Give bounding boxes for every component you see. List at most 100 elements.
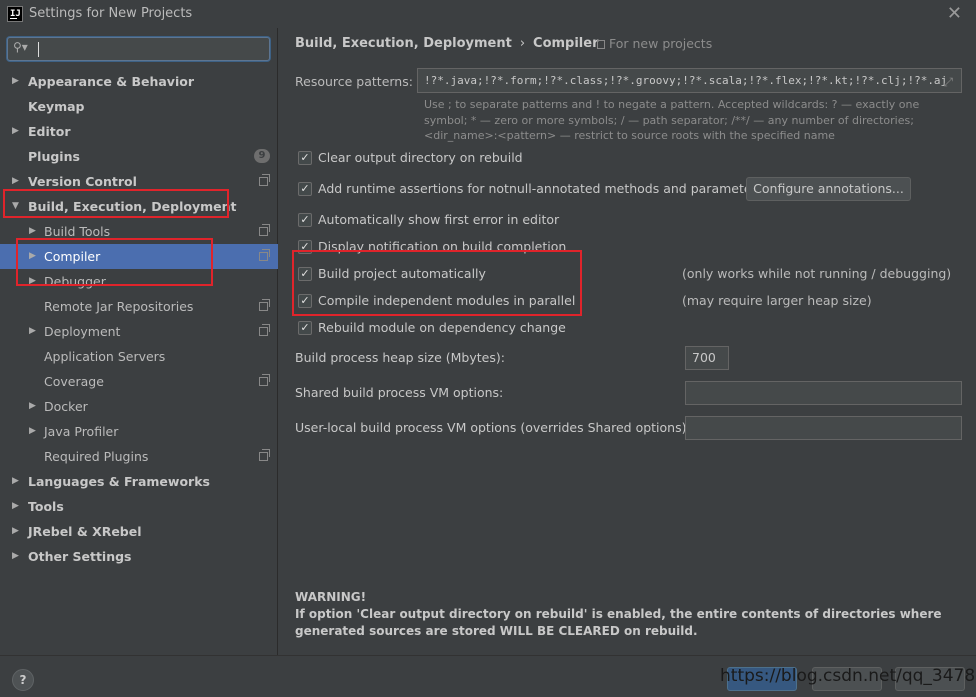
collapsed-arrow-icon[interactable]: ▶ [12, 544, 19, 569]
sidebar-item-label: Java Profiler [44, 424, 119, 439]
sidebar-item-docker[interactable]: ▶ Docker [0, 394, 278, 419]
heap-size-label: Build process heap size (Mbytes): [295, 350, 505, 365]
display-notification-label: Display notification on build completion [318, 239, 567, 254]
expand-icon[interactable]: ⤢ [943, 71, 953, 92]
compile-parallel-label: Compile independent modules in parallel [318, 293, 576, 308]
sidebar-item-label: Version Control [28, 174, 137, 189]
collapsed-arrow-icon[interactable]: ▶ [12, 69, 19, 94]
show-first-error-checkbox[interactable]: ✓ [298, 213, 312, 227]
resource-patterns-input[interactable]: !?*.java;!?*.form;!?*.class;!?*.groovy;!… [417, 68, 962, 93]
text-caret [38, 42, 39, 57]
sidebar-item-debugger[interactable]: ▶ Debugger [0, 269, 278, 294]
sidebar-item-label: Docker [44, 399, 88, 414]
project-level-icon [259, 174, 270, 186]
project-level-icon [259, 299, 270, 311]
build-automatically-label: Build project automatically [318, 266, 486, 281]
collapsed-arrow-icon[interactable]: ▶ [12, 494, 19, 519]
project-level-icon [259, 324, 270, 336]
resource-patterns-hint: Use ; to separate patterns and ! to nega… [424, 98, 920, 142]
sidebar-item-build-execution-deployment[interactable]: ▼ Build, Execution, Deployment [0, 194, 278, 219]
sidebar-item-remote-jar-repositories[interactable]: Remote Jar Repositories [0, 294, 278, 319]
breadcrumb: Build, Execution, Deployment › Compiler [295, 36, 599, 51]
compile-parallel-note: (may require larger heap size) [682, 293, 872, 308]
intellij-app-icon: IJ [7, 6, 23, 22]
sidebar-item-jrebel-xrebel[interactable]: ▶ JRebel & XRebel [0, 519, 278, 544]
sidebar-item-required-plugins[interactable]: Required Plugins [0, 444, 278, 469]
display-notification-checkbox[interactable]: ✓ [298, 240, 312, 254]
sidebar-item-label: Coverage [44, 374, 104, 389]
collapsed-arrow-icon[interactable]: ▶ [12, 469, 19, 494]
sidebar-item-languages-frameworks[interactable]: ▶ Languages & Frameworks [0, 469, 278, 494]
sidebar-item-label: Appearance & Behavior [28, 74, 194, 89]
help-button[interactable]: ? [12, 669, 34, 691]
shared-vm-options-input[interactable] [685, 381, 962, 405]
show-first-error-label: Automatically show first error in editor [318, 212, 560, 227]
sidebar-item-editor[interactable]: ▶ Editor [0, 119, 278, 144]
runtime-assertions-label: Add runtime assertions for notnull-annot… [318, 181, 764, 196]
compiler-settings-panel: Build, Execution, Deployment › Compiler Fo… [279, 28, 976, 655]
collapsed-arrow-icon[interactable]: ▶ [29, 269, 36, 294]
sidebar-item-label: JRebel & XRebel [28, 524, 142, 539]
sidebar-item-tools[interactable]: ▶ Tools [0, 494, 278, 519]
clear-output-label: Clear output directory on rebuild [318, 150, 523, 165]
settings-search-input[interactable]: ⚲▾ [7, 37, 270, 61]
collapsed-arrow-icon[interactable]: ▶ [29, 319, 36, 344]
project-level-icon [259, 224, 270, 236]
collapsed-arrow-icon[interactable]: ▶ [29, 244, 36, 269]
sidebar-item-label: Editor [28, 124, 71, 139]
document-icon [597, 40, 605, 49]
sidebar-item-label: Deployment [44, 324, 121, 339]
collapsed-arrow-icon[interactable]: ▶ [29, 219, 36, 244]
project-level-icon [259, 449, 270, 461]
expanded-arrow-icon[interactable]: ▼ [12, 194, 19, 219]
sidebar-item-label: Other Settings [28, 549, 132, 564]
heap-size-input[interactable]: 700 [685, 346, 729, 370]
sidebar-item-version-control[interactable]: ▶ Version Control [0, 169, 278, 194]
clear-output-checkbox[interactable]: ✓ [298, 151, 312, 165]
rebuild-on-dependency-label: Rebuild module on dependency change [318, 320, 566, 335]
search-icon: ⚲▾ [13, 40, 28, 54]
sidebar-item-application-servers[interactable]: Application Servers [0, 344, 278, 369]
watermark-url: https://blog.csdn.net/qq_34789577 [720, 666, 976, 686]
collapsed-arrow-icon[interactable]: ▶ [29, 394, 36, 419]
runtime-assertions-checkbox[interactable]: ✓ [298, 182, 312, 196]
sidebar-item-deployment[interactable]: ▶ Deployment [0, 319, 278, 344]
sidebar-item-label: Plugins [28, 149, 80, 164]
collapsed-arrow-icon[interactable]: ▶ [12, 169, 19, 194]
dialog-footer: ? https://blog.csdn.net/qq_34789577 [0, 655, 976, 697]
sidebar-item-appearance-behavior[interactable]: ▶ Appearance & Behavior [0, 69, 278, 94]
breadcrumb-separator: › [519, 36, 526, 51]
sidebar-item-label: Build, Execution, Deployment [28, 199, 237, 214]
collapsed-arrow-icon[interactable]: ▶ [29, 419, 36, 444]
sidebar-item-other-settings[interactable]: ▶ Other Settings [0, 544, 278, 569]
sidebar-item-label: Tools [28, 499, 64, 514]
warning-title: WARNING! [295, 590, 367, 604]
close-icon[interactable]: ✕ [947, 3, 962, 24]
build-automatically-checkbox[interactable]: ✓ [298, 267, 312, 281]
collapsed-arrow-icon[interactable]: ▶ [12, 519, 19, 544]
rebuild-on-dependency-checkbox[interactable]: ✓ [298, 321, 312, 335]
sidebar-item-compiler[interactable]: ▶ Compiler [0, 244, 278, 269]
resource-patterns-value: !?*.java;!?*.form;!?*.class;!?*.groovy;!… [424, 74, 948, 87]
breadcrumb-parent: Build, Execution, Deployment [295, 36, 512, 51]
sidebar-item-label: Remote Jar Repositories [44, 299, 194, 314]
sidebar-item-label: Application Servers [44, 349, 166, 364]
sidebar-item-coverage[interactable]: Coverage [0, 369, 278, 394]
breadcrumb-current: Compiler [533, 36, 599, 51]
configure-annotations-button[interactable]: Configure annotations... [746, 177, 911, 201]
project-level-icon [259, 374, 270, 386]
scope-text: For new projects [609, 36, 713, 51]
window-title: Settings for New Projects [29, 6, 193, 21]
shared-vm-options-label: Shared build process VM options: [295, 385, 504, 400]
sidebar-item-java-profiler[interactable]: ▶ Java Profiler [0, 419, 278, 444]
sidebar-item-build-tools[interactable]: ▶ Build Tools [0, 219, 278, 244]
resource-patterns-label: Resource patterns: [295, 74, 413, 89]
sidebar-item-label: Debugger [44, 274, 106, 289]
compile-parallel-checkbox[interactable]: ✓ [298, 294, 312, 308]
collapsed-arrow-icon[interactable]: ▶ [12, 119, 19, 144]
user-vm-options-input[interactable] [685, 416, 962, 440]
sidebar-item-plugins[interactable]: Plugins 9 [0, 144, 278, 169]
sidebar-item-keymap[interactable]: Keymap [0, 94, 278, 119]
build-automatically-note: (only works while not running / debuggin… [682, 266, 952, 281]
sidebar-item-label: Build Tools [44, 224, 111, 239]
